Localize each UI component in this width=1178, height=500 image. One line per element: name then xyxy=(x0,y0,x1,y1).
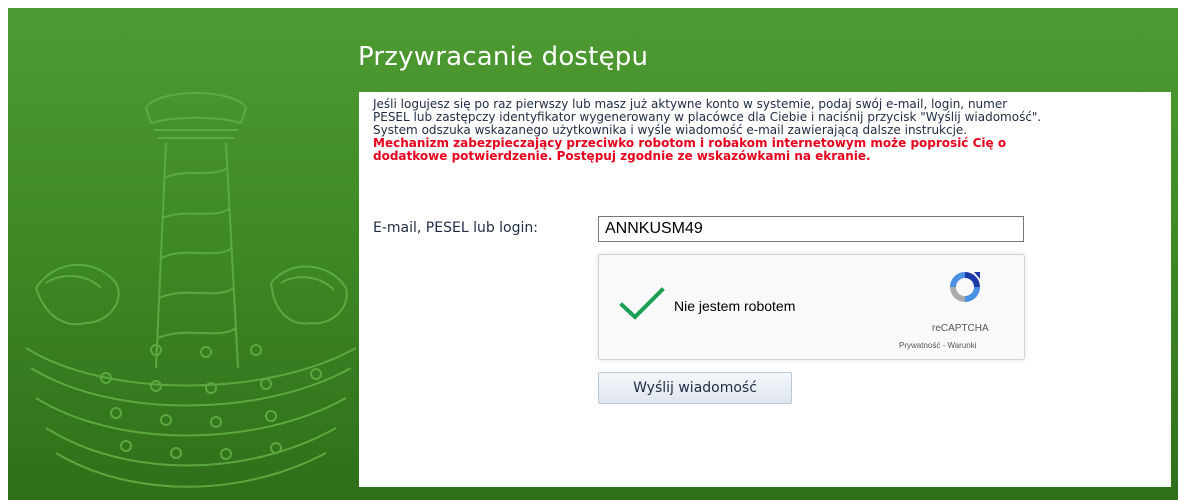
instructions-text: Jeśli logujesz się po raz pierwszy lub m… xyxy=(373,98,1163,163)
recaptcha-logo-icon xyxy=(950,272,980,302)
checkmark-icon[interactable] xyxy=(619,287,665,321)
privacy-link[interactable]: Prywatność xyxy=(899,341,940,350)
recaptcha-label: Nie jestem robotem xyxy=(674,298,796,314)
recovery-form-panel: Jeśli logujesz się po raz pierwszy lub m… xyxy=(359,92,1171,487)
recaptcha-brand: reCAPTCHA xyxy=(932,323,989,334)
login-field-label: E-mail, PESEL lub login: xyxy=(373,220,538,236)
coat-of-arms-emblem xyxy=(25,92,356,488)
recaptcha-widget: Nie jestem robotem reCAPTCHA Prywatność … xyxy=(598,254,1025,360)
login-input[interactable] xyxy=(598,216,1024,242)
page-title: Przywracanie dostępu xyxy=(358,42,649,72)
send-message-button[interactable]: Wyślij wiadomość xyxy=(598,372,792,404)
recaptcha-links: Prywatność - Warunki xyxy=(899,341,977,350)
background-panel: Przywracanie dostępu Jeśli logujesz się … xyxy=(8,8,1178,500)
terms-link[interactable]: Warunki xyxy=(947,341,976,350)
captcha-warning-line: dodatkowe potwierdzenie. Postępuj zgodni… xyxy=(373,149,871,163)
